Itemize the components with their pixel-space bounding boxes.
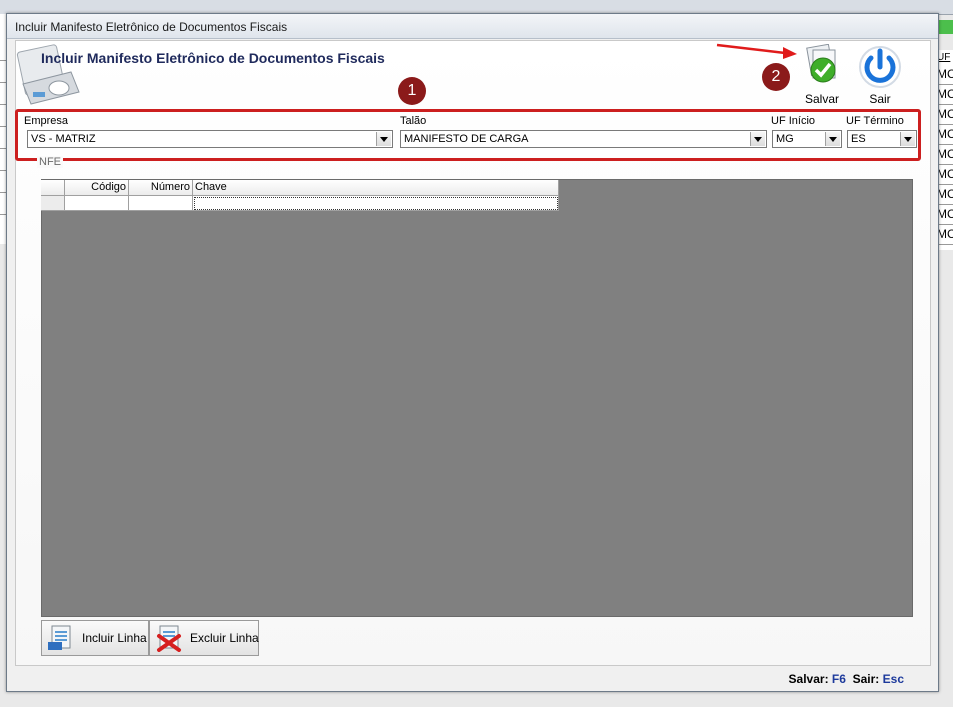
- background-uf-cell: MC: [937, 205, 953, 225]
- exit-label: Sair: [869, 92, 891, 106]
- arrow-annotation-icon: [716, 43, 797, 59]
- cell-numero[interactable]: [129, 196, 193, 211]
- row-indicator[interactable]: [41, 196, 65, 211]
- uf-termino-select[interactable]: ES: [847, 130, 917, 148]
- add-row-icon: [48, 625, 71, 650]
- save-shortcut-key: F6: [831, 672, 846, 686]
- talao-label: Talão: [400, 115, 427, 127]
- background-uf-cell: MC: [937, 125, 953, 145]
- column-header-chave[interactable]: Chave: [193, 180, 559, 195]
- chevron-down-icon[interactable]: [376, 132, 391, 146]
- title-bar: Incluir Manifesto Eletrônico de Document…: [7, 14, 938, 39]
- exit-shortcut-label: Sair:: [852, 672, 880, 686]
- save-label: Salvar: [804, 92, 839, 106]
- power-icon: [859, 46, 901, 88]
- cell-codigo[interactable]: [65, 196, 129, 211]
- add-row-label: Incluir Linha: [82, 631, 147, 645]
- uf-inicio-label: UF Início: [771, 115, 816, 127]
- header-title: Incluir Manifesto Eletrônico de Document…: [41, 50, 385, 66]
- window-title: Incluir Manifesto Eletrônico de Document…: [15, 20, 288, 34]
- save-button[interactable]: Salvar: [797, 44, 847, 108]
- background-uf-cell: MC: [937, 145, 953, 165]
- remove-row-icon: [157, 625, 181, 652]
- uf-inicio-value: MG: [776, 133, 794, 145]
- column-header-codigo[interactable]: Código: [65, 180, 129, 195]
- background-uf-cell: MC: [937, 65, 953, 85]
- chevron-down-icon[interactable]: [900, 132, 915, 146]
- callout-1: 1: [398, 77, 426, 105]
- background-uf-cell: MC: [937, 185, 953, 205]
- background-uf-header: UF: [937, 52, 951, 63]
- exit-button[interactable]: Sair: [853, 44, 907, 108]
- chevron-down-icon[interactable]: [750, 132, 765, 146]
- background-uf-cell: MC: [937, 85, 953, 105]
- save-check-icon: [806, 44, 836, 83]
- exit-shortcut-key: Esc: [882, 672, 904, 686]
- shortcut-hints: Salvar: F6 Sair: Esc: [789, 672, 904, 686]
- nfe-group-label: NFE: [37, 156, 63, 168]
- row-indicator-header: [41, 180, 65, 195]
- add-row-button[interactable]: Incluir Linha: [41, 620, 149, 656]
- cell-chave[interactable]: [193, 196, 559, 211]
- empresa-value: VS - MATRIZ: [31, 133, 96, 145]
- nfe-grid[interactable]: [41, 179, 913, 617]
- chevron-down-icon[interactable]: [825, 132, 840, 146]
- empresa-select[interactable]: VS - MATRIZ: [27, 130, 393, 148]
- background-uf-cell: MC: [937, 225, 953, 245]
- talao-value: MANIFESTO DE CARGA: [404, 133, 529, 145]
- table-row[interactable]: [41, 196, 559, 211]
- callout-2: 2: [762, 63, 790, 91]
- uf-termino-value: ES: [851, 133, 866, 145]
- uf-inicio-select[interactable]: MG: [772, 130, 842, 148]
- remove-row-label: Excluir Linha: [190, 631, 259, 645]
- talao-select[interactable]: MANIFESTO DE CARGA: [400, 130, 767, 148]
- empresa-label: Empresa: [24, 115, 69, 127]
- column-header-numero[interactable]: Número: [129, 180, 193, 195]
- background-uf-cell: MC: [937, 105, 953, 125]
- background-uf-cell: MC: [937, 165, 953, 185]
- uf-termino-label: UF Término: [846, 115, 904, 127]
- remove-row-button[interactable]: Excluir Linha: [149, 620, 259, 656]
- grid-header: Código Número Chave: [41, 180, 559, 196]
- manifest-dialog: Incluir Manifesto Eletrônico de Document…: [6, 13, 939, 692]
- save-shortcut-label: Salvar:: [788, 672, 829, 686]
- background-progress-bar: [937, 20, 953, 34]
